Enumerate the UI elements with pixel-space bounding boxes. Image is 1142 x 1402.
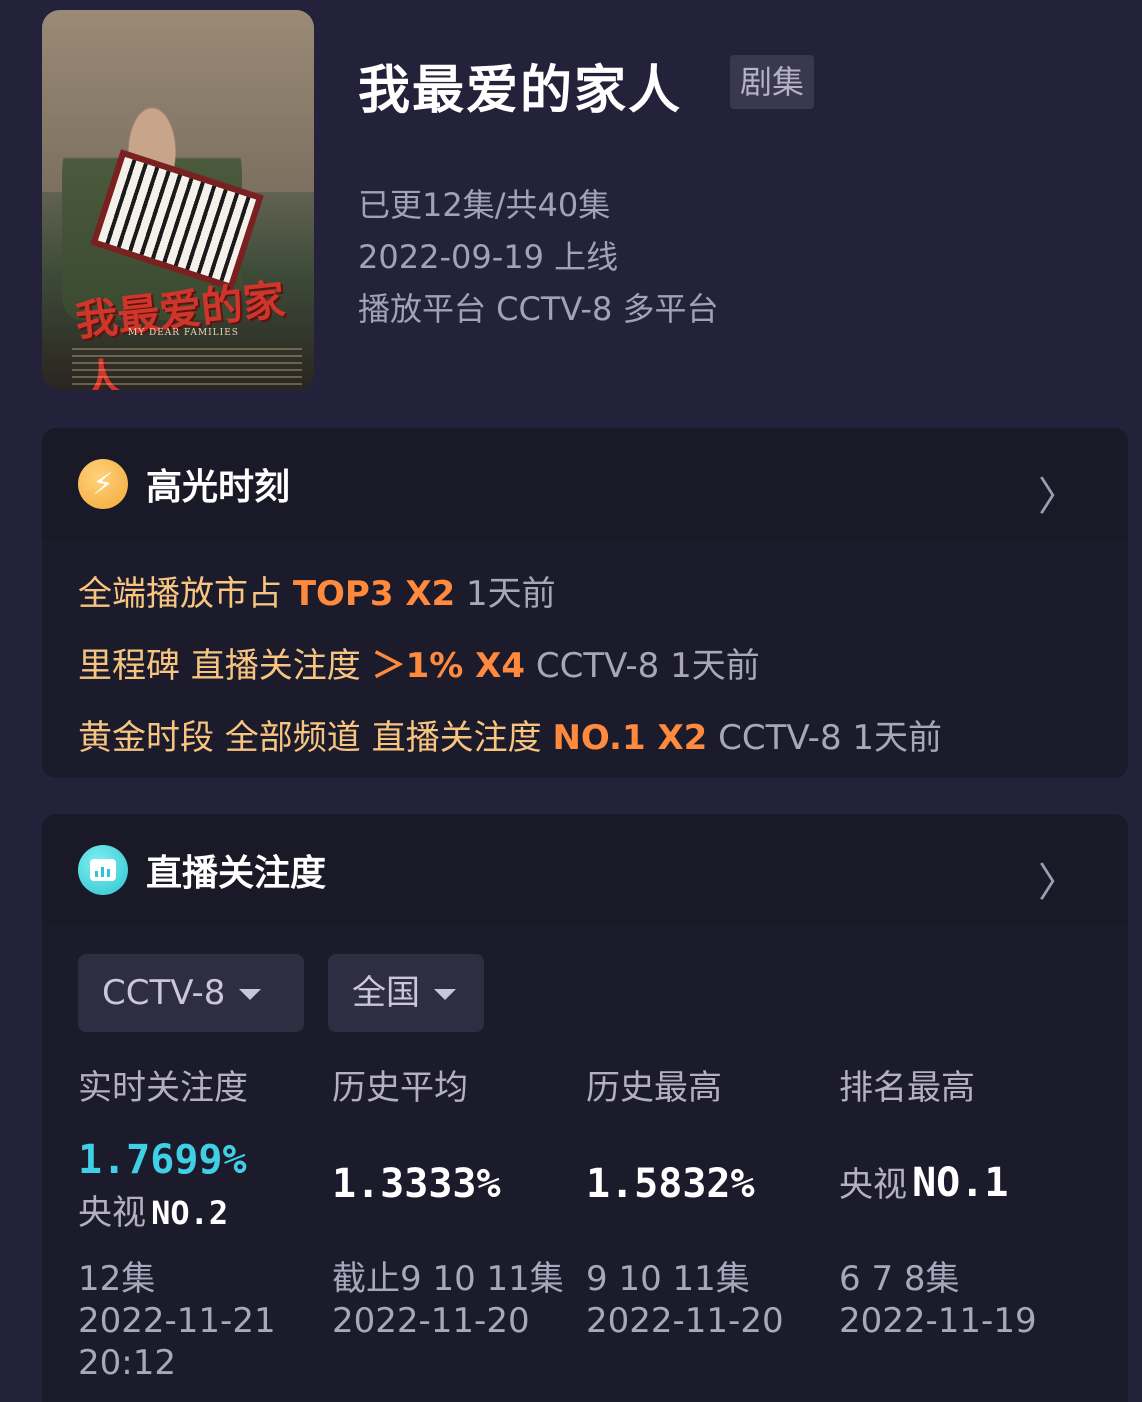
foot-episode: 9 10 11集 [586,1259,750,1299]
foot-episode: 12集 [78,1259,156,1299]
rank-prefix: 央视 [78,1193,146,1233]
highlight-extra: CCTV-8 1天前 [718,718,943,758]
stat-rank: 央视 NO.2 [78,1185,318,1234]
highlights-title: 高光时刻 [146,467,291,508]
stat-rank: 央视 NO.1 [839,1157,1079,1206]
foot-date: 2022-11-19 [839,1301,1037,1341]
highlight-label: 全端播放市占 [78,574,282,614]
stat-label: 排名最高 [839,1068,975,1108]
stat-realtime: 实时关注度 1.7699% 央视 NO.2 [78,1060,318,1234]
highlights-header[interactable]: ⚡ 高光时刻 〉 [42,428,1128,540]
stat-label: 实时关注度 [78,1068,248,1108]
live-attention-title: 直播关注度 [146,853,327,894]
chevron-right-icon[interactable]: 〉 [1038,464,1078,522]
foot-time: 20:12 [78,1343,176,1383]
highlight-item: 里程碑 直播关注度 ＞1% X4 CCTV-8 1天前 [78,638,760,687]
caret-down-icon [434,989,456,1000]
highlight-label: 里程碑 直播关注度 [78,646,361,686]
stat-value: 1.5832% [586,1161,755,1207]
episode-count: 已更12集/共40集 [358,186,611,224]
rank-value: NO.2 [151,1194,229,1232]
stat-label: 历史最高 [586,1068,722,1108]
highlight-extra: 1天前 [466,574,556,614]
stat-value: 1.3333% [332,1161,501,1207]
stat-best-rank: 排名最高 央视 NO.1 [839,1060,1079,1206]
stat-history-high: 历史最高 1.5832% [586,1060,826,1207]
live-attention-card: 直播关注度 〉 CCTV-8 全国 实时关注度 1.7699% 央视 NO.2 … [42,814,1128,1402]
channel-value: CCTV-8 [102,973,226,1013]
stat-label: 历史平均 [332,1068,468,1108]
chart-bubble-icon [78,845,128,895]
rank-prefix: 央视 [839,1165,907,1205]
foot-episode: 截止9 10 11集 [332,1259,564,1299]
type-tag: 剧集 [730,55,815,109]
poster-subtitle: MY DEAR FAMILIES [128,328,239,338]
chevron-right-icon[interactable]: 〉 [1038,850,1078,908]
region-value: 全国 [352,973,420,1013]
highlight-value: NO.1 X2 [552,718,708,758]
highlight-item: 黄金时段 全部频道 直播关注度 NO.1 X2 CCTV-8 1天前 [78,710,942,759]
stat-footnote: 6 7 8集 2022-11-19 [839,1258,1037,1342]
channel-dropdown[interactable]: CCTV-8 [78,954,304,1032]
show-title: 我最爱的家人 [358,61,683,121]
stat-footnote: 截止9 10 11集 2022-11-20 [332,1258,564,1342]
highlight-extra: CCTV-8 1天前 [535,646,760,686]
foot-date: 2022-11-20 [586,1301,784,1341]
foot-episode: 6 7 8集 [839,1259,960,1299]
highlight-label: 黄金时段 全部频道 直播关注度 [78,718,542,758]
release-date: 2022-09-19 上线 [358,238,619,276]
lightning-bolt-icon: ⚡ [78,459,128,509]
highlight-item: 全端播放市占 TOP3 X2 1天前 [78,566,556,615]
caret-down-icon [239,989,262,1000]
highlight-value: TOP3 X2 [292,574,456,614]
foot-date: 2022-11-20 [332,1301,530,1341]
foot-date: 2022-11-21 [78,1301,276,1341]
rank-value: NO.1 [912,1160,1009,1206]
platform-info: 播放平台 CCTV-8 多平台 [358,290,719,328]
stat-history-average: 历史平均 1.3333% [332,1060,572,1207]
highlights-card: ⚡ 高光时刻 〉 全端播放市占 TOP3 X2 1天前 里程碑 直播关注度 ＞1… [42,428,1128,778]
show-poster[interactable]: 我最爱的家人 MY DEAR FAMILIES [42,10,314,390]
live-attention-header[interactable]: 直播关注度 〉 [42,814,1128,926]
poster-credits [72,348,302,388]
stat-footnote: 9 10 11集 2022-11-20 [586,1258,784,1342]
highlight-value: ＞1% X4 [371,646,526,686]
stat-footnote: 12集 2022-11-21 20:12 [78,1258,276,1384]
region-dropdown[interactable]: 全国 [328,954,484,1032]
stat-value: 1.7699% [78,1137,247,1183]
